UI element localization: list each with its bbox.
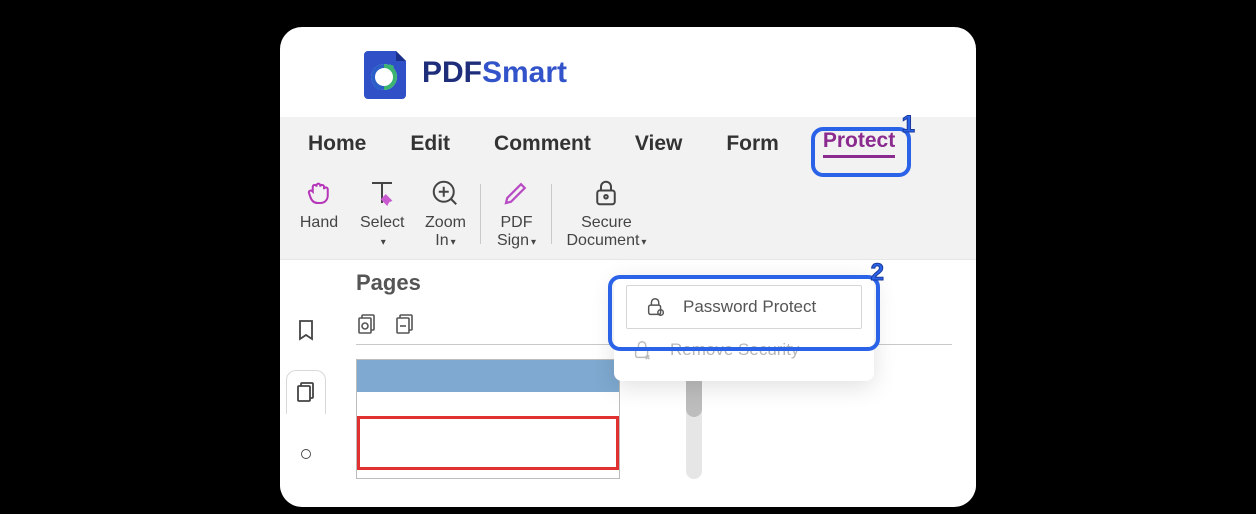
menu-password-protect[interactable]: Password Protect xyxy=(626,285,862,329)
brand-smart: Smart xyxy=(482,56,567,89)
thumb-gap xyxy=(357,392,619,416)
rail-more[interactable] xyxy=(286,432,326,476)
lock-person-icon xyxy=(645,296,667,318)
brand-pdf: PDF xyxy=(422,56,482,89)
tab-view[interactable]: View xyxy=(635,132,682,156)
tab-protect[interactable]: Protect xyxy=(823,129,895,158)
hand-icon xyxy=(302,176,336,210)
tool-pdf-sign[interactable]: PDF Sign▾ xyxy=(485,176,547,251)
side-rail xyxy=(280,260,332,492)
toolbar-separator xyxy=(551,184,552,244)
thumb-header-region xyxy=(357,360,619,392)
caret-icon: ▾ xyxy=(531,237,536,248)
menu-remove-security[interactable]: Remove Security xyxy=(614,329,874,371)
caret-icon: ▾ xyxy=(381,237,386,248)
tab-edit[interactable]: Edit xyxy=(410,132,450,156)
select-icon xyxy=(365,176,399,210)
caret-icon: ▾ xyxy=(641,237,646,248)
tab-comment[interactable]: Comment xyxy=(494,132,591,156)
rail-pages[interactable] xyxy=(286,370,326,414)
thumb-selection xyxy=(357,416,619,470)
menu-password-protect-label: Password Protect xyxy=(683,297,816,317)
tool-sign-label: PDF Sign xyxy=(497,214,533,249)
main-tabs: Home Edit Comment View Form Protect xyxy=(280,117,976,168)
toolbar-separator xyxy=(480,184,481,244)
brand-text: PDFSmart xyxy=(422,56,567,90)
page-action-1-icon[interactable] xyxy=(356,312,380,336)
zoom-in-icon xyxy=(428,176,462,210)
tool-select[interactable]: Select ▾ xyxy=(350,176,414,251)
page-action-2-icon[interactable] xyxy=(394,312,418,336)
pencil-icon xyxy=(499,176,533,210)
secure-document-menu: Password Protect Remove Security xyxy=(614,275,874,381)
tool-zoom-in[interactable]: Zoom In▾ xyxy=(414,176,476,251)
tool-zoom-label: Zoom In xyxy=(425,214,466,249)
lock-remove-icon xyxy=(632,339,654,361)
tool-select-label: Select xyxy=(360,214,404,231)
brand-logo: PDFSmart xyxy=(280,27,976,117)
rail-bookmark[interactable] xyxy=(286,308,326,352)
tab-form[interactable]: Form xyxy=(726,132,779,156)
caret-icon: ▾ xyxy=(451,237,456,248)
lock-icon xyxy=(589,176,623,210)
pdfsmart-logo-icon xyxy=(362,47,410,99)
tool-secure-document[interactable]: Secure Document▾ xyxy=(556,176,656,251)
app-window: PDFSmart Home Edit Comment View Form Pro… xyxy=(280,27,976,507)
tool-secure-label: Secure Document xyxy=(566,214,639,249)
menu-remove-security-label: Remove Security xyxy=(670,340,799,360)
tool-hand[interactable]: Hand xyxy=(288,176,350,232)
tool-hand-label: Hand xyxy=(300,214,338,232)
ribbon-toolbar: Hand Select▾ Zoom In▾ xyxy=(280,168,976,260)
page-thumbnail[interactable] xyxy=(356,359,620,479)
tab-home[interactable]: Home xyxy=(308,132,366,156)
